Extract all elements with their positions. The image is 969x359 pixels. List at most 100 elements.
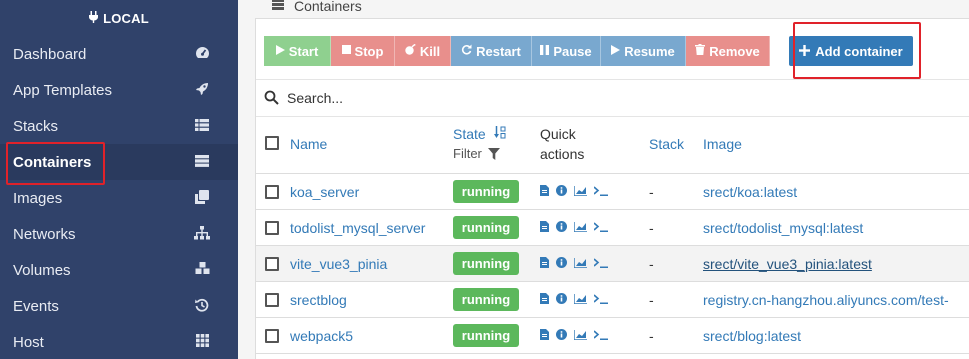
stack-value: - [649, 220, 654, 236]
row-checkbox[interactable] [265, 329, 279, 343]
state-filter-label[interactable]: Filter [453, 146, 482, 161]
sidebar-item-label: Networks [13, 225, 76, 243]
logs-file-icon[interactable] [540, 329, 549, 343]
search-bar [256, 79, 969, 117]
quick-actions [540, 329, 609, 343]
play-icon [275, 44, 285, 58]
stop-button[interactable]: Stop [331, 36, 395, 66]
sidebar-item-stacks[interactable]: Stacks [0, 108, 238, 144]
start-label: Start [288, 43, 319, 59]
image-link[interactable]: srect/koa:latest [703, 184, 797, 200]
table-row: vite_vue3_pinia running - srect/vite_vue… [256, 246, 969, 282]
console-terminal-icon[interactable] [593, 293, 609, 307]
kill-button[interactable]: Kill [395, 36, 451, 66]
filter-icon[interactable] [488, 147, 500, 163]
container-name-link[interactable]: srectblog [290, 292, 347, 308]
container-name-link[interactable]: todolist_mysql_server [290, 220, 425, 236]
restart-button[interactable]: Restart [451, 36, 532, 66]
sidebar-item-networks[interactable]: Networks [0, 216, 238, 252]
inspect-info-icon[interactable] [556, 329, 567, 343]
sidebar-item-host[interactable]: Host [0, 324, 238, 359]
column-header-quick-actions-line2: actions [540, 146, 585, 162]
th-list-icon [194, 118, 210, 134]
stats-chart-icon[interactable] [573, 185, 587, 199]
containers-highlight-box [6, 142, 105, 185]
th-icon [194, 334, 210, 350]
quick-actions [540, 221, 609, 235]
sidebar-item-label: Images [13, 189, 63, 207]
stats-chart-icon[interactable] [573, 221, 587, 235]
search-input[interactable] [287, 87, 887, 109]
row-checkbox[interactable] [265, 257, 279, 271]
endpoint-label: LOCAL [103, 10, 149, 26]
sidebar-item-app-templates[interactable]: App Templates [0, 72, 238, 108]
sidebar-item-label: Volumes [13, 261, 71, 279]
sidebar-item-dashboard[interactable]: Dashboard [0, 36, 238, 72]
kill-label: Kill [419, 43, 441, 59]
sidebar-item-label: Events [13, 297, 59, 315]
image-link[interactable]: srect/todolist_mysql:latest [703, 220, 863, 236]
remove-button[interactable]: Remove [686, 36, 770, 66]
row-checkbox[interactable] [265, 293, 279, 307]
container-name-link[interactable]: koa_server [290, 184, 359, 200]
container-name-link[interactable]: webpack5 [290, 328, 353, 344]
table-row: koa_server running - srect/koa:latest [256, 174, 969, 210]
sidebar-item-events[interactable]: Events [0, 288, 238, 324]
start-button[interactable]: Start [264, 36, 331, 66]
endpoint-header: LOCAL [0, 0, 238, 36]
image-link[interactable]: srect/blog:latest [703, 328, 801, 344]
console-terminal-icon[interactable] [593, 221, 609, 235]
logs-file-icon[interactable] [540, 221, 549, 235]
inspect-info-icon[interactable] [556, 257, 567, 271]
column-header-stack[interactable]: Stack [649, 136, 684, 152]
restart-label: Restart [476, 43, 521, 59]
resume-label: Resume [624, 43, 675, 59]
stats-chart-icon[interactable] [573, 329, 587, 343]
console-terminal-icon[interactable] [593, 257, 609, 271]
play-icon [611, 44, 621, 58]
table-row: todolist_mysql_server running - srect/to… [256, 210, 969, 246]
table-row: webpack5 running - srect/blog:latest [256, 318, 969, 354]
sidebar-item-images[interactable]: Images [0, 180, 238, 216]
resume-button[interactable]: Resume [601, 36, 686, 66]
column-header-state[interactable]: State [453, 126, 486, 142]
image-link[interactable]: registry.cn-hangzhou.aliyuncs.com/test- [703, 292, 949, 308]
pause-button[interactable]: Pause [532, 36, 601, 66]
inspect-info-icon[interactable] [556, 221, 567, 235]
remove-label: Remove [709, 43, 760, 59]
sort-icon[interactable] [494, 126, 506, 142]
table-header: Name State Filter Quick actions Stack Im… [256, 117, 969, 174]
tachometer-icon [194, 46, 210, 62]
container-name-link[interactable]: vite_vue3_pinia [290, 256, 387, 272]
row-checkbox[interactable] [265, 221, 279, 235]
stack-value: - [649, 292, 654, 308]
logs-file-icon[interactable] [540, 185, 549, 199]
inspect-info-icon[interactable] [556, 185, 567, 199]
status-badge: running [453, 216, 519, 239]
console-terminal-icon[interactable] [593, 329, 609, 343]
logs-file-icon[interactable] [540, 293, 549, 307]
column-header-quick-actions-line1: Quick [540, 126, 576, 142]
column-header-name[interactable]: Name [290, 136, 327, 152]
bomb-icon [405, 44, 416, 58]
sidebar-item-label: Host [13, 333, 44, 351]
sidebar-item-label: Dashboard [13, 45, 87, 63]
history-icon [194, 298, 210, 315]
rocket-icon [194, 82, 210, 99]
inspect-info-icon[interactable] [556, 293, 567, 307]
logs-file-icon[interactable] [540, 257, 549, 271]
row-checkbox[interactable] [265, 185, 279, 199]
select-all-checkbox[interactable] [265, 136, 279, 150]
stats-chart-icon[interactable] [573, 257, 587, 271]
stats-chart-icon[interactable] [573, 293, 587, 307]
server-icon [194, 154, 210, 170]
stack-value: - [649, 256, 654, 272]
clone-icon [194, 189, 210, 207]
image-link[interactable]: srect/vite_vue3_pinia:latest [703, 256, 872, 272]
sidebar-item-volumes[interactable]: Volumes [0, 252, 238, 288]
column-header-image[interactable]: Image [703, 136, 742, 152]
server-icon [272, 0, 284, 13]
console-terminal-icon[interactable] [593, 185, 609, 199]
plug-icon [89, 10, 99, 26]
action-toolbar: Start Stop Kill Restart Pause Resume Rem… [264, 36, 770, 66]
